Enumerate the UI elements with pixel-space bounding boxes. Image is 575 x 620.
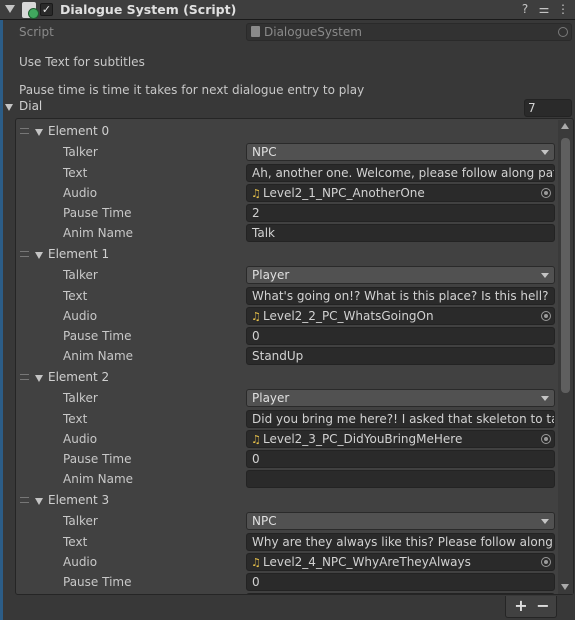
audio-value: Level2_2_PC_WhatsGoingOn bbox=[263, 309, 434, 323]
anim-name-label: Anim Name bbox=[63, 472, 134, 486]
chevron-down-icon bbox=[541, 519, 549, 524]
element-0-title: Element 0 bbox=[48, 124, 110, 138]
drag-handle-icon[interactable] bbox=[20, 128, 29, 134]
scrollbar-thumb[interactable] bbox=[561, 138, 570, 393]
audio-value: Level2_3_PC_DidYouBringMeHere bbox=[263, 432, 463, 446]
element-foldout-icon[interactable] bbox=[35, 129, 43, 136]
component-header[interactable]: ✓ Dialogue System (Script) ? ⚌ ⋮ bbox=[0, 0, 575, 20]
element-0-anim-field[interactable]: Talk bbox=[246, 224, 555, 242]
script-label: Script bbox=[19, 25, 54, 39]
object-picker-icon bbox=[558, 27, 568, 37]
scroll-down-icon[interactable] bbox=[561, 584, 569, 590]
element-1-anim-field[interactable]: StandUp bbox=[246, 347, 555, 365]
object-picker-icon[interactable] bbox=[541, 311, 551, 321]
pause-time-label: Pause Time bbox=[63, 329, 132, 343]
text-label: Text bbox=[63, 166, 88, 180]
text-label: Text bbox=[63, 412, 88, 426]
pause-time-label: Pause Time bbox=[63, 206, 132, 220]
list-footer: + − bbox=[505, 596, 557, 618]
pause-time-label: Pause Time bbox=[63, 452, 132, 466]
element-1-title: Element 1 bbox=[48, 247, 110, 261]
preset-icon[interactable]: ⚌ bbox=[537, 2, 551, 16]
element-foldout-icon[interactable] bbox=[35, 375, 43, 382]
element-0-pause-field[interactable]: 2 bbox=[246, 204, 555, 222]
text-label: Text bbox=[63, 535, 88, 549]
element-0-text-field[interactable]: Ah, another one. Welcome, please follow … bbox=[246, 164, 555, 182]
audio-label: Audio bbox=[63, 186, 98, 200]
note-pause-time: Pause time is time it takes for next dia… bbox=[19, 83, 365, 97]
talker-label: Talker bbox=[63, 391, 98, 405]
audio-clip-icon: ♫ bbox=[251, 433, 261, 446]
note-subtitles: Use Text for subtitles bbox=[19, 55, 145, 69]
inspector-accent-bar bbox=[0, 0, 3, 620]
element-3-text-field[interactable]: Why are they always like this? Please fo… bbox=[246, 533, 555, 551]
audio-clip-icon: ♫ bbox=[251, 310, 261, 323]
element-3-pause-field[interactable]: 0 bbox=[246, 573, 555, 591]
chevron-down-icon bbox=[541, 396, 549, 401]
chevron-down-icon bbox=[541, 150, 549, 155]
element-2-anim-field[interactable] bbox=[246, 470, 555, 488]
list-scrollbar[interactable] bbox=[558, 120, 573, 594]
component-title: Dialogue System (Script) bbox=[60, 2, 237, 17]
element-0-audio-field[interactable]: ♫ Level2_1_NPC_AnotherOne bbox=[246, 184, 555, 202]
element-3-audio-field[interactable]: ♫ Level2_4_NPC_WhyAreTheyAlways bbox=[246, 553, 555, 571]
element-3-title: Element 3 bbox=[48, 493, 110, 507]
talker-value: Player bbox=[252, 268, 290, 282]
audio-label: Audio bbox=[63, 432, 98, 446]
list-size-field[interactable]: 7 bbox=[524, 99, 572, 117]
talker-label: Talker bbox=[63, 514, 98, 528]
foldout-arrow-icon[interactable] bbox=[5, 5, 15, 13]
scroll-up-icon[interactable] bbox=[561, 123, 569, 129]
element-0-talker-dropdown[interactable]: NPC bbox=[246, 143, 555, 161]
element-2-title: Element 2 bbox=[48, 370, 110, 384]
text-label: Text bbox=[63, 289, 88, 303]
object-picker-icon[interactable] bbox=[541, 188, 551, 198]
help-icon[interactable]: ? bbox=[518, 2, 532, 16]
element-1-text-field[interactable]: What's going on!? What is this place? Is… bbox=[246, 287, 555, 305]
element-2-talker-dropdown[interactable]: Player bbox=[246, 389, 555, 407]
element-1-talker-dropdown[interactable]: Player bbox=[246, 266, 555, 284]
element-2-pause-field[interactable]: 0 bbox=[246, 450, 555, 468]
remove-element-button[interactable]: − bbox=[533, 597, 553, 615]
script-component-icon bbox=[22, 2, 39, 19]
talker-value: Player bbox=[252, 391, 290, 405]
component-enabled-checkbox[interactable]: ✓ bbox=[40, 3, 53, 16]
anim-name-label: Anim Name bbox=[63, 226, 134, 240]
script-field: DialogueSystem bbox=[246, 23, 572, 41]
element-3-anim-field[interactable] bbox=[246, 593, 555, 594]
drag-handle-icon[interactable] bbox=[20, 251, 29, 257]
talker-value: NPC bbox=[252, 145, 277, 159]
audio-value: Level2_4_NPC_WhyAreTheyAlways bbox=[263, 555, 471, 569]
element-2-text-field[interactable]: Did you bring me here?! I asked that ske… bbox=[246, 410, 555, 428]
object-picker-icon[interactable] bbox=[541, 557, 551, 567]
audio-label: Audio bbox=[63, 309, 98, 323]
audio-label: Audio bbox=[63, 555, 98, 569]
talker-label: Talker bbox=[63, 268, 98, 282]
drag-handle-icon[interactable] bbox=[20, 374, 29, 380]
menu-icon[interactable]: ⋮ bbox=[556, 2, 570, 16]
audio-clip-icon: ♫ bbox=[251, 187, 261, 200]
script-value: DialogueSystem bbox=[264, 25, 362, 39]
drag-handle-icon[interactable] bbox=[20, 497, 29, 503]
script-file-icon bbox=[251, 26, 260, 37]
element-foldout-icon[interactable] bbox=[35, 252, 43, 259]
element-1-audio-field[interactable]: ♫ Level2_2_PC_WhatsGoingOn bbox=[246, 307, 555, 325]
element-1-pause-field[interactable]: 0 bbox=[246, 327, 555, 345]
object-picker-icon[interactable] bbox=[541, 434, 551, 444]
element-3-talker-dropdown[interactable]: NPC bbox=[246, 512, 555, 530]
element-foldout-icon[interactable] bbox=[35, 498, 43, 505]
chevron-down-icon bbox=[541, 273, 549, 278]
list-foldout-icon[interactable] bbox=[5, 104, 13, 111]
element-2-audio-field[interactable]: ♫ Level2_3_PC_DidYouBringMeHere bbox=[246, 430, 555, 448]
pause-time-label: Pause Time bbox=[63, 575, 132, 589]
talker-label: Talker bbox=[63, 145, 98, 159]
anim-name-label: Anim Name bbox=[63, 349, 134, 363]
talker-value: NPC bbox=[252, 514, 277, 528]
list-label: Dial bbox=[19, 99, 43, 113]
audio-clip-icon: ♫ bbox=[251, 556, 261, 569]
dialogue-list: Element 0 Talker NPC Text Ah, another on… bbox=[15, 118, 574, 595]
audio-value: Level2_1_NPC_AnotherOne bbox=[263, 186, 425, 200]
add-element-button[interactable]: + bbox=[511, 597, 531, 615]
